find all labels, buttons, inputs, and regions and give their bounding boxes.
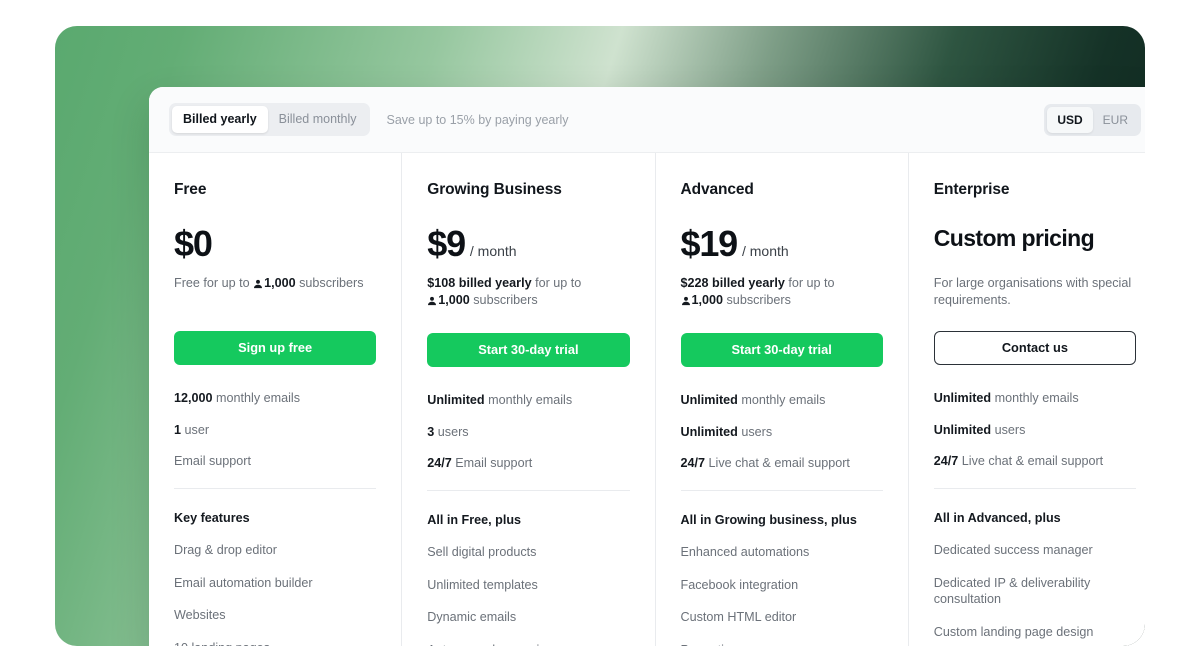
- plan-price: Custom pricing: [934, 226, 1136, 264]
- core-limit-item: Unlimited users: [934, 423, 1136, 439]
- plan-core-limits: 12,000 monthly emails 1 user Email support: [174, 391, 376, 489]
- billing-option-billed-yearly[interactable]: Billed yearly: [172, 106, 268, 133]
- plan-features-title: All in Growing business, plus: [681, 513, 883, 527]
- subscriber-person-icon: [427, 294, 437, 311]
- gradient-frame: Billed yearly Billed monthly Save up to …: [55, 26, 1145, 646]
- core-limit-item: 12,000 monthly emails: [174, 391, 376, 407]
- plan-features-list: Dedicated success manager Dedicated IP & …: [934, 542, 1136, 646]
- core-limit-item: Unlimited monthly emails: [681, 393, 883, 409]
- plan-features-list: Drag & drop editor Email automation build…: [174, 542, 376, 646]
- plan-price-amount: $0: [174, 226, 212, 262]
- plan-features-title: Key features: [174, 511, 376, 525]
- feature-item: Drag & drop editor: [174, 542, 376, 559]
- plan-name: Free: [174, 181, 376, 199]
- pricing-window: Billed yearly Billed monthly Save up to …: [149, 87, 1145, 646]
- plan-column-free: Free $0 Free for up to 1,000 subscribers Si…: [149, 153, 402, 646]
- plan-price-custom: Custom pricing: [934, 226, 1094, 251]
- feature-item: Unlimited templates: [427, 577, 629, 594]
- plan-cta-button[interactable]: Start 30-day trial: [427, 333, 629, 367]
- subscriber-person-icon: [681, 294, 691, 311]
- plan-cta-button[interactable]: Contact us: [934, 331, 1136, 365]
- subscriber-person-icon: [253, 277, 263, 294]
- feature-item: 10 landing pages: [174, 640, 376, 646]
- plan-cta-button[interactable]: Sign up free: [174, 331, 376, 365]
- feature-item: Promotion pop-ups: [681, 642, 883, 646]
- core-limit-item: 1 user: [174, 423, 376, 439]
- plan-columns: Free $0 Free for up to 1,000 subscribers Si…: [149, 153, 1145, 646]
- plan-core-limits: Unlimited monthly emails Unlimited users 2…: [681, 393, 883, 491]
- plan-features-title: All in Advanced, plus: [934, 511, 1136, 525]
- feature-item: Email automation builder: [174, 575, 376, 592]
- plan-price-amount: $19: [681, 226, 737, 262]
- plan-column-advanced: Advanced $19 / month $228 billed yearly for…: [656, 153, 909, 646]
- pricing-toolbar: Billed yearly Billed monthly Save up to …: [149, 87, 1145, 153]
- core-limit-item: Unlimited monthly emails: [427, 393, 629, 409]
- plan-price-period: / month: [470, 243, 517, 259]
- currency-option-usd[interactable]: USD: [1047, 107, 1092, 133]
- page-stage: Billed yearly Billed monthly Save up to …: [0, 0, 1200, 630]
- core-limit-item: 3 users: [427, 425, 629, 441]
- plan-name: Advanced: [681, 181, 883, 199]
- plan-name: Enterprise: [934, 181, 1136, 199]
- feature-item: Dedicated success manager: [934, 542, 1136, 559]
- plan-price-caption: $228 billed yearly for up to1,000 subscr…: [681, 275, 883, 311]
- billing-period-toggle[interactable]: Billed yearly Billed monthly: [169, 103, 370, 136]
- feature-item: Dedicated IP & deliverability consultati…: [934, 575, 1136, 608]
- feature-item: Facebook integration: [681, 577, 883, 594]
- currency-toggle[interactable]: USD EUR: [1044, 104, 1141, 136]
- plan-price-period: / month: [742, 243, 789, 259]
- plan-price-caption: Free for up to 1,000 subscribers: [174, 275, 376, 309]
- plan-features-list: Sell digital products Unlimited templates…: [427, 544, 629, 646]
- plan-core-limits: Unlimited monthly emails Unlimited users 2…: [934, 391, 1136, 489]
- core-limit-item: 24/7 Live chat & email support: [934, 454, 1136, 470]
- core-limit-item: 24/7 Email support: [427, 456, 629, 472]
- billing-option-billed-monthly[interactable]: Billed monthly: [268, 106, 368, 133]
- core-limit-item: Email support: [174, 454, 376, 470]
- feature-item: Custom HTML editor: [681, 609, 883, 626]
- currency-option-eur[interactable]: EUR: [1093, 107, 1138, 133]
- core-limit-item: Unlimited monthly emails: [934, 391, 1136, 407]
- plan-price-caption: For large organisations with special req…: [934, 275, 1136, 309]
- plan-column-growing-business: Growing Business $9 / month $108 billed yea…: [402, 153, 655, 646]
- plan-price: $0: [174, 226, 376, 264]
- feature-item: Dynamic emails: [427, 609, 629, 626]
- plan-features-list: Enhanced automations Facebook integration…: [681, 544, 883, 646]
- plan-cta-button[interactable]: Start 30-day trial: [681, 333, 883, 367]
- feature-item: Custom landing page design: [934, 624, 1136, 641]
- feature-item: Sell digital products: [427, 544, 629, 561]
- plan-name: Growing Business: [427, 181, 629, 199]
- core-limit-item: 24/7 Live chat & email support: [681, 456, 883, 472]
- plan-column-enterprise: Enterprise Custom pricing For large organi…: [909, 153, 1145, 646]
- plan-price: $19 / month: [681, 226, 883, 264]
- plan-core-limits: Unlimited monthly emails 3 users 24/7 Emai…: [427, 393, 629, 491]
- plan-price: $9 / month: [427, 226, 629, 264]
- plan-price-caption: $108 billed yearly for up to1,000 subscr…: [427, 275, 629, 311]
- plan-price-amount: $9: [427, 226, 465, 262]
- feature-item: Enhanced automations: [681, 544, 883, 561]
- plan-features-title: All in Free, plus: [427, 513, 629, 527]
- feature-item: Auto resend campaign: [427, 642, 629, 646]
- core-limit-item: Unlimited users: [681, 425, 883, 441]
- savings-note: Save up to 15% by paying yearly: [386, 113, 568, 127]
- feature-item: Websites: [174, 607, 376, 624]
